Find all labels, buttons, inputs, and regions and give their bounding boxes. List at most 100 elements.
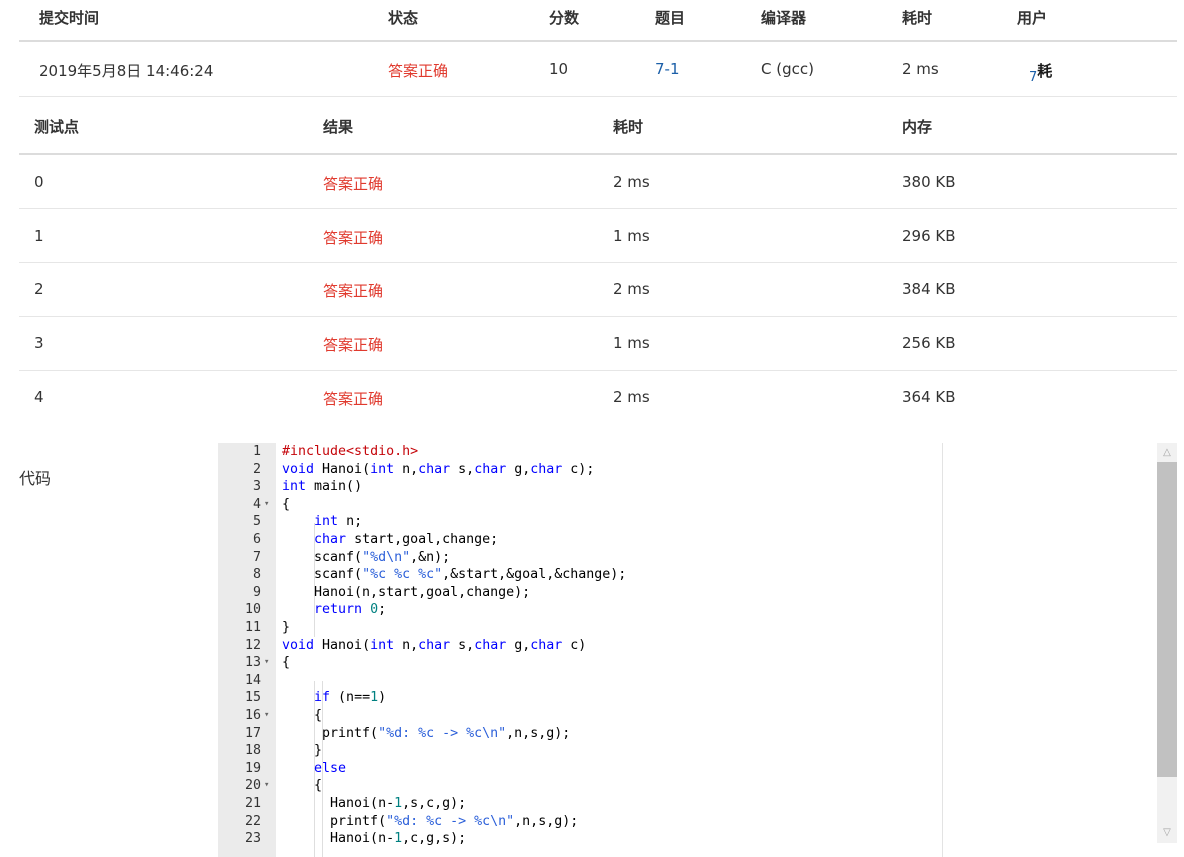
header-status: 状态 [388, 9, 419, 27]
code-line: Hanoi(n,start,goal,change); [282, 584, 531, 600]
line-number: 4 [252, 496, 261, 512]
testcase-time: 2 ms [613, 173, 650, 191]
testcase-id: 1 [34, 227, 44, 245]
line-number: 22 [244, 813, 261, 829]
code-line: void Hanoi(int n,char s,char g,char c); [282, 461, 595, 477]
header-compiler: 编译器 [761, 9, 807, 27]
code-line: int main() [282, 479, 363, 495]
testcase-result: 答案正确 [323, 229, 384, 247]
testcase-id: 2 [34, 280, 44, 298]
testcase-time: 1 ms [613, 227, 650, 245]
testcase-result: 答案正确 [323, 390, 384, 408]
line-number: 9 [252, 584, 261, 600]
testcase-time: 2 ms [613, 280, 650, 298]
code-line: scanf("%d\n",&n); [282, 549, 451, 565]
code-line: char start,goal,change; [314, 532, 499, 547]
line-number: 17 [244, 725, 261, 741]
line-number: 12 [244, 637, 261, 653]
header-time: 耗时 [613, 118, 644, 136]
testcase-row: 0 答案正确 2 ms 380 KB [19, 155, 1177, 208]
fold-arrow-icon[interactable]: ▾ [264, 710, 274, 720]
testcase-header-row: 测试点 结果 耗时 内存 [19, 97, 1177, 153]
header-duration: 耗时 [902, 9, 933, 27]
header-user: 用户 [1017, 9, 1048, 27]
testcase-id: 0 [34, 173, 44, 191]
code-line: { [282, 708, 323, 723]
line-number: 19 [244, 760, 261, 776]
submission-status: 答案正确 [388, 62, 449, 80]
line-number: 10 [244, 602, 261, 618]
testcase-row: 2 答案正确 2 ms 384 KB [19, 263, 1177, 316]
line-number: 2 [252, 461, 261, 477]
testcase-result: 答案正确 [323, 175, 384, 193]
code-line: printf("%d: %c -> %c\n",n,s,g); [282, 813, 579, 829]
testcase-row: 3 答案正确 1 ms 256 KB [19, 317, 1177, 370]
code-line: else [314, 760, 347, 776]
line-number: 7 [252, 549, 261, 565]
line-number: 11 [244, 620, 261, 635]
testcase-row: 4 答案正确 2 ms 364 KB [19, 371, 1177, 424]
header-score: 分数 [549, 9, 580, 27]
header-memory: 内存 [902, 118, 933, 136]
header-result: 结果 [323, 118, 354, 136]
code-editor[interactable]: 1 #include<stdio.h> 2 void Hanoi(int n,char… [218, 443, 943, 857]
code-line: { [282, 778, 323, 794]
testcase-result: 答案正确 [323, 336, 384, 354]
code-line: } [282, 743, 323, 759]
user-name: 耗 [1037, 62, 1053, 80]
testcase-memory: 296 KB [902, 227, 956, 245]
testcase-memory: 380 KB [902, 173, 956, 191]
line-number: 23 [244, 831, 261, 847]
user-link[interactable]: 7耗 [1029, 60, 1053, 85]
testcase-memory: 384 KB [902, 280, 956, 298]
code-line: Hanoi(n-1,s,c,g); [282, 796, 467, 811]
scrollbar-thumb[interactable] [1157, 462, 1177, 777]
header-submit-time: 提交时间 [39, 9, 100, 27]
testcase-memory: 364 KB [902, 388, 956, 406]
line-number: 21 [244, 796, 261, 811]
submission-compiler: C (gcc) [761, 60, 814, 78]
code-line: #include<stdio.h> [282, 444, 419, 459]
fold-arrow-icon[interactable]: ▾ [264, 780, 274, 790]
submission-header-row: 提交时间 状态 分数 题目 编译器 耗时 用户 [19, 0, 1177, 42]
editor-border [942, 443, 943, 857]
testcase-time: 1 ms [613, 334, 650, 352]
line-number: 20 [244, 778, 261, 794]
code-line: printf("%d: %c -> %c\n",n,s,g); [282, 725, 571, 741]
testcase-table: 测试点 结果 耗时 内存 0 答案正确 2 ms 380 KB 1 答案正确 1… [19, 97, 1177, 427]
testcase-time: 2 ms [613, 388, 650, 406]
testcase-memory: 256 KB [902, 334, 956, 352]
submission-score: 10 [549, 60, 569, 78]
line-number: 6 [252, 532, 261, 547]
line-number: 8 [252, 567, 261, 583]
scroll-up-icon[interactable]: △ [1157, 444, 1177, 462]
code-label: 代码 [19, 469, 52, 488]
header-testcase: 测试点 [34, 118, 80, 136]
testcase-row: 1 答案正确 1 ms 296 KB [19, 209, 1177, 262]
line-number: 15 [244, 690, 261, 706]
testcase-result: 答案正确 [323, 282, 384, 300]
line-number: 1 [252, 444, 261, 459]
code-line: if (n==1) [314, 690, 387, 706]
line-number: 3 [252, 479, 261, 495]
code-line: int n; [314, 514, 363, 530]
code-line: { [282, 496, 291, 512]
code-line: } [282, 620, 291, 635]
line-number: 18 [244, 743, 261, 759]
line-number: 13 [244, 655, 261, 671]
code-line: Hanoi(n-1,c,g,s); [282, 831, 467, 847]
fold-arrow-icon[interactable]: ▾ [264, 657, 274, 667]
line-number: 16 [244, 708, 261, 723]
submission-row: 2019年5月8日 14:46:24 答案正确 10 7-1 C (gcc) 2… [19, 42, 1177, 96]
testcase-id: 4 [34, 388, 44, 406]
code-line: { [282, 655, 291, 671]
code-line: scanf("%c %c %c",&start,&goal,&change); [282, 567, 627, 583]
scroll-down-icon[interactable]: ▽ [1157, 824, 1177, 842]
testcase-id: 3 [34, 334, 44, 352]
code-line: void Hanoi(int n,char s,char g,char c) [282, 637, 587, 653]
code-line: return 0; [314, 602, 387, 618]
submission-duration: 2 ms [902, 60, 939, 78]
header-problem: 题目 [655, 9, 686, 27]
fold-arrow-icon[interactable]: ▾ [264, 499, 274, 509]
problem-link[interactable]: 7-1 [655, 60, 680, 78]
